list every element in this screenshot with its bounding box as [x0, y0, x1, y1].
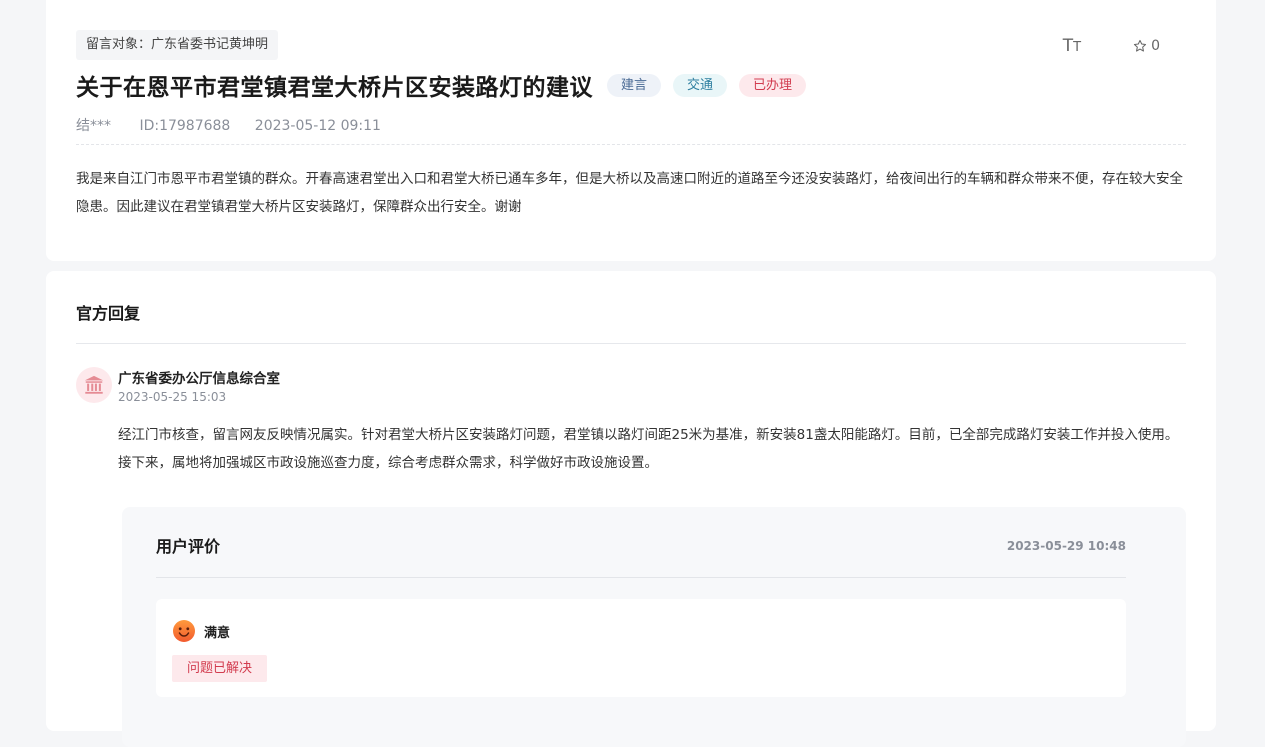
message-tools: TT 0: [1063, 36, 1160, 56]
divider: [76, 343, 1186, 344]
reply-time: 2023-05-25 15:03: [118, 390, 227, 404]
favorite-count: 0: [1151, 38, 1160, 54]
message-date: 2023-05-12 09:11: [254, 118, 381, 134]
reply-org-name: 广东省委办公厅信息综合室: [118, 371, 280, 387]
avatar: [76, 367, 112, 403]
reply-section-title: 官方回复: [76, 304, 141, 323]
status-tag: 已办理: [739, 73, 807, 97]
resolved-tag: 问题已解决: [172, 655, 268, 682]
message-body: 我是来自江门市恩平市君堂镇的群众。开春高速君堂出入口和君堂大桥已通车多年，但是大…: [76, 171, 1183, 215]
divider: [76, 144, 1186, 145]
government-building-icon: [84, 375, 104, 394]
reply-card: 官方回复 广东省委办公厅信息综合室 2023-05-25 15:03 经江门市核…: [46, 271, 1216, 747]
author-name: 结***: [76, 118, 111, 134]
rating-label: 满意: [204, 625, 231, 641]
type-tag: 建言: [607, 73, 662, 97]
smile-face-icon: [173, 620, 195, 642]
message-id: ID:17987688: [139, 118, 231, 134]
title-row: 关于在恩平市君堂镇君堂大桥片区安装路灯的建议 建言 交通 已办理: [76, 68, 807, 102]
evaluation-title: 用户评价: [156, 537, 221, 556]
favorite-button[interactable]: 0: [1133, 38, 1160, 54]
message-target: 留言对象：广东省委书记黄坤明: [76, 30, 279, 60]
category-tag: 交通: [673, 73, 728, 97]
message-title: 关于在恩平市君堂镇君堂大桥片区安装路灯的建议: [76, 75, 593, 101]
user-evaluation: 用户评价 2023-05-29 10:48 满意 问题已解决: [122, 507, 1186, 747]
evaluation-date: 2023-05-29 10:48: [1006, 539, 1126, 553]
evaluation-detail: 满意 问题已解决: [156, 599, 1126, 697]
message-card: 留言对象：广东省委书记黄坤明 TT 0 关于在恩平市君堂镇君堂大桥片区安装路灯的…: [46, 0, 1216, 261]
reply-text: 经江门市核查，留言网友反映情况属实。针对君堂大桥片区安装路灯问题，君堂镇以路灯间…: [118, 427, 1179, 471]
rating: 满意: [172, 619, 230, 643]
message-meta: 结*** ID:17987688 2023-05-12 09:11: [76, 115, 381, 135]
star-icon: [1134, 39, 1147, 52]
font-size-icon[interactable]: TT: [1063, 36, 1081, 56]
divider: [156, 577, 1126, 578]
